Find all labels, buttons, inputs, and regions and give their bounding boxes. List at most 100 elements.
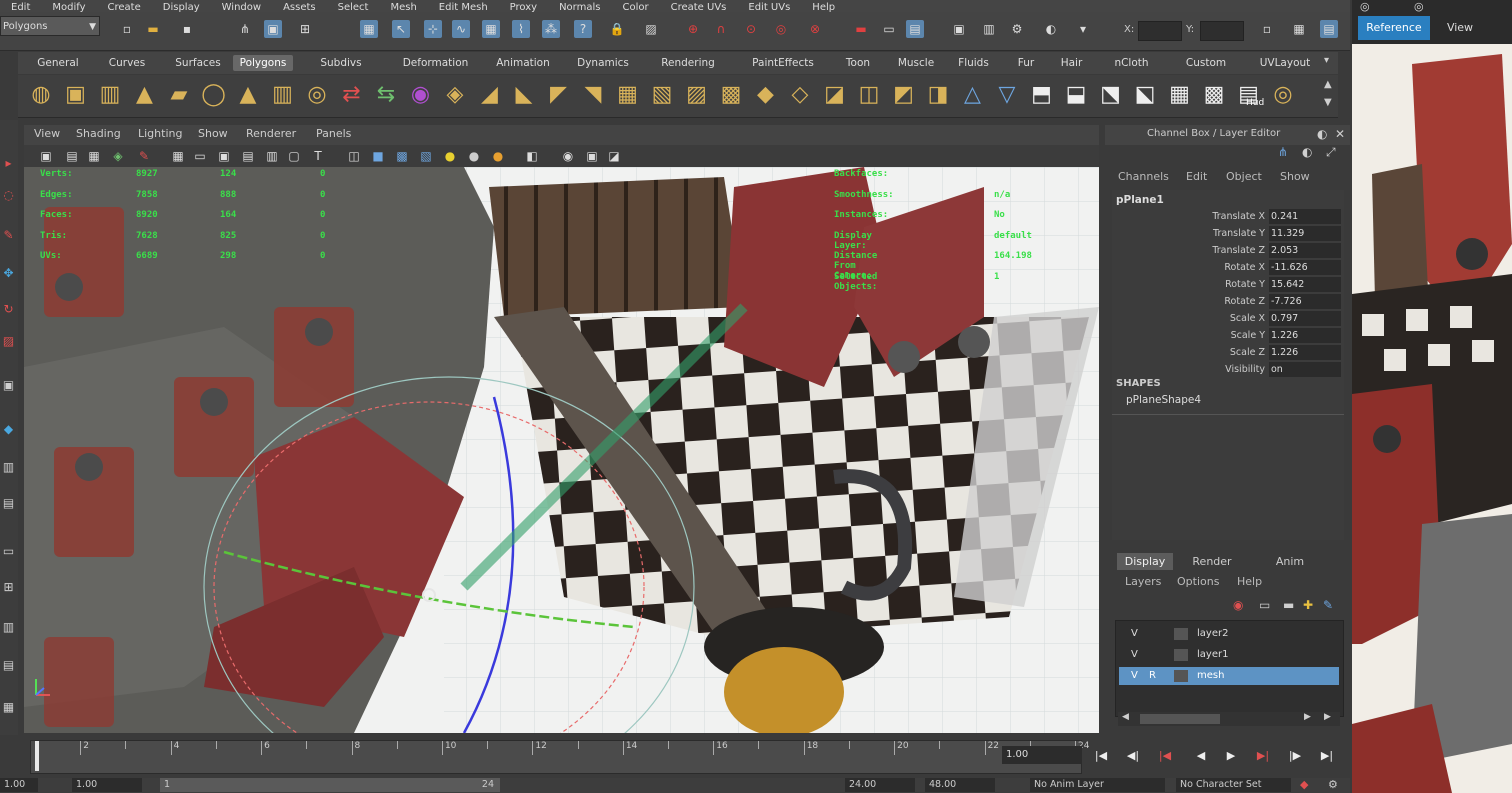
two-d-pan-icon[interactable]: ✎ bbox=[136, 148, 152, 164]
menu-edit-uvs[interactable]: Edit UVs bbox=[748, 3, 790, 13]
torus-icon[interactable]: ◯ bbox=[199, 80, 229, 110]
shelf-tab-dynamics[interactable]: Dynamics bbox=[568, 55, 638, 71]
rotate-tool-icon[interactable]: ↻ bbox=[1, 302, 16, 317]
layer-playback-toggle[interactable]: R bbox=[1149, 667, 1156, 685]
step-forward-frame-icon[interactable]: |▶ bbox=[1286, 748, 1304, 764]
shelf-tab-ncloth[interactable]: nCloth bbox=[1104, 55, 1159, 71]
add-to-layer-icon[interactable]: ✚ bbox=[1303, 598, 1313, 612]
scroll-end-icon[interactable]: ▶ bbox=[1324, 712, 1331, 722]
time-ruler[interactable]: 2 4 6 8 10 12 14 16 18 20 22 24 bbox=[30, 740, 1089, 774]
grid-icon[interactable]: ▦ bbox=[170, 148, 186, 164]
menu-mesh[interactable]: Mesh bbox=[390, 3, 416, 13]
new-layer-from-selected-icon[interactable]: ◉ bbox=[1233, 598, 1243, 612]
poke-icon[interactable]: ◇ bbox=[785, 80, 815, 110]
shelf-scroll-down-icon[interactable]: ▼ bbox=[1324, 97, 1332, 108]
harden-icon[interactable]: ◩ bbox=[889, 80, 919, 110]
toggle-attribute-editor-icon[interactable]: ▦ bbox=[1290, 20, 1308, 38]
shelf-tab-curves[interactable]: Curves bbox=[98, 55, 156, 71]
ambient-occlusion-icon[interactable]: ● bbox=[490, 148, 506, 164]
layer-visibility-toggle[interactable]: V bbox=[1131, 667, 1138, 685]
extrude-icon[interactable]: ◢ bbox=[475, 80, 505, 110]
output-ops-icon[interactable]: ▭ bbox=[880, 20, 898, 38]
shelf-tab-subdivs[interactable]: Subdivs bbox=[316, 55, 366, 71]
viewport-menu-view[interactable]: View bbox=[34, 127, 60, 140]
shelf-tab-general[interactable]: General bbox=[28, 55, 88, 71]
cube-icon[interactable]: ▣ bbox=[61, 80, 91, 110]
isolate-select-icon[interactable]: ◧ bbox=[524, 148, 540, 164]
attribute-row[interactable]: Translate Y 11.329 bbox=[1119, 226, 1341, 242]
go-to-start-icon[interactable]: |◀ bbox=[1092, 748, 1110, 764]
shelf-scroll-up-icon[interactable]: ▲ bbox=[1324, 79, 1332, 90]
uv-automatic-icon[interactable]: ⬕ bbox=[1130, 80, 1160, 110]
view-tab[interactable]: View bbox=[1438, 16, 1482, 40]
layer-row[interactable]: V Rmesh bbox=[1119, 667, 1339, 685]
mask-handles-icon[interactable]: ↖ bbox=[392, 20, 410, 38]
film-gate-icon[interactable]: ▭ bbox=[192, 148, 208, 164]
start-time-field[interactable]: 1.00 bbox=[0, 778, 38, 792]
pyramid-icon[interactable]: ▲ bbox=[233, 80, 263, 110]
attribute-row[interactable]: Visibility on bbox=[1119, 362, 1341, 378]
perspective-viewport[interactable]: Verts: 8927 124 0 Edges: 7858 888 0 Faces: 8920 16… bbox=[24, 167, 1099, 733]
scroll-thumb[interactable] bbox=[1140, 714, 1220, 724]
outliner-icon[interactable]: ▦ bbox=[1, 700, 16, 715]
step-forward-key-icon[interactable]: ▶| bbox=[1254, 748, 1272, 764]
mask-joints-icon[interactable]: ⊹ bbox=[424, 20, 442, 38]
uv-cylindrical-icon[interactable]: ⬓ bbox=[1061, 80, 1091, 110]
layer-tab-render[interactable]: Render bbox=[1177, 553, 1247, 570]
show-manip-icon[interactable]: ▥ bbox=[1, 460, 16, 475]
append-icon[interactable]: ◤ bbox=[544, 80, 574, 110]
soften-icon[interactable]: ◫ bbox=[854, 80, 884, 110]
range-start-field[interactable]: 1.00 bbox=[72, 778, 142, 792]
attribute-value[interactable]: -7.726 bbox=[1269, 294, 1341, 309]
xray-active-icon[interactable]: ◪ bbox=[606, 148, 622, 164]
shelf-tab-surfaces[interactable]: Surfaces bbox=[168, 55, 228, 71]
select-camera-icon[interactable]: ▣ bbox=[38, 148, 54, 164]
attribute-row[interactable]: Translate X 0.241 bbox=[1119, 209, 1341, 225]
attribute-row[interactable]: Rotate Y 15.642 bbox=[1119, 277, 1341, 293]
channel-box-mode-icon[interactable]: ◐ bbox=[1302, 145, 1312, 159]
shelf-tab-hair[interactable]: Hair bbox=[1054, 55, 1089, 71]
channel-menu-show[interactable]: Show bbox=[1280, 170, 1310, 183]
input-field-mode-icon[interactable]: ▾ bbox=[1074, 20, 1092, 38]
bridge-icon[interactable]: ◣ bbox=[509, 80, 539, 110]
select-hierarchy-icon[interactable]: ⋔ bbox=[236, 20, 254, 38]
menu-color[interactable]: Color bbox=[622, 3, 648, 13]
construction-history-icon[interactable]: ▤ bbox=[906, 20, 924, 38]
use-all-lights-icon[interactable]: ● bbox=[442, 148, 458, 164]
mask-dynamics-icon[interactable]: ⁂ bbox=[542, 20, 560, 38]
helix-icon[interactable]: ◎ bbox=[302, 80, 332, 110]
shelf-tab-rendering[interactable]: Rendering bbox=[648, 55, 728, 71]
layer-color-swatch[interactable] bbox=[1174, 628, 1188, 640]
mirror-icon[interactable]: ◈ bbox=[440, 80, 470, 110]
viewport-menu-panels[interactable]: Panels bbox=[316, 127, 351, 140]
wireframe-on-shaded-icon[interactable]: ▩ bbox=[394, 148, 410, 164]
shelf-tab-uvlayout[interactable]: UVLayout bbox=[1250, 55, 1320, 71]
separate-icon[interactable]: ⇆ bbox=[371, 80, 401, 110]
persp-graph-icon[interactable]: ▤ bbox=[1, 658, 16, 673]
range-end-field[interactable]: 24.00 bbox=[845, 778, 915, 792]
channel-menu-object[interactable]: Object bbox=[1226, 170, 1262, 183]
mask-rendering-icon[interactable]: ? bbox=[574, 20, 592, 38]
mask-curves-icon[interactable]: ∿ bbox=[452, 20, 470, 38]
uv-spherical-icon[interactable]: ⬔ bbox=[1096, 80, 1126, 110]
lock-selection-icon[interactable]: 🔒 bbox=[608, 20, 626, 38]
layer-visibility-toggle[interactable]: V bbox=[1131, 646, 1138, 664]
shelf-tab-fur[interactable]: Fur bbox=[1011, 55, 1041, 71]
reference-tab[interactable]: Reference bbox=[1358, 16, 1430, 40]
scale-tool-icon[interactable]: ▨ bbox=[1, 334, 16, 349]
field-chart-icon[interactable]: ▥ bbox=[264, 148, 280, 164]
checker-icon[interactable]: ▩ bbox=[1199, 80, 1229, 110]
attribute-value[interactable]: 2.053 bbox=[1269, 243, 1341, 258]
attribute-value[interactable]: on bbox=[1269, 362, 1341, 377]
menu-assets[interactable]: Assets bbox=[283, 3, 316, 13]
layer-tab-display[interactable]: Display bbox=[1117, 553, 1173, 570]
hypershade-icon[interactable]: ◐ bbox=[1042, 20, 1060, 38]
gate-mask-icon[interactable]: ▤ bbox=[240, 148, 256, 164]
sphere-icon[interactable]: ◍ bbox=[26, 80, 56, 110]
texture-icon[interactable]: ◎ bbox=[1268, 80, 1298, 110]
uv-layout-icon[interactable]: ▦ bbox=[1165, 80, 1195, 110]
quadrangulate-icon[interactable]: ▽ bbox=[992, 80, 1022, 110]
attribute-value[interactable]: 0.797 bbox=[1269, 311, 1341, 326]
save-scene-icon[interactable]: ▪ bbox=[178, 20, 196, 38]
shelf-tab-animation[interactable]: Animation bbox=[488, 55, 558, 71]
